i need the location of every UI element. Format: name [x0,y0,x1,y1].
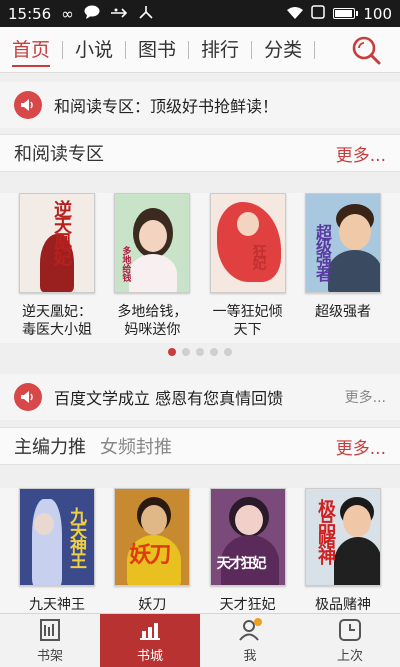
notice-text: 百度文学成立 感恩有您真情回馈 [54,389,284,408]
chat-bubble-icon [84,5,100,23]
usb-icon [110,5,128,23]
tab-female-picks[interactable]: 女频封推 [100,433,172,459]
book-title: 九天神王 [29,597,85,613]
more-link[interactable]: 更多... [345,387,386,407]
cover-title: 极品赌神 [314,499,336,563]
search-button[interactable] [350,34,382,66]
book-title: 超级强者 [314,304,371,320]
section-header-reading-zone: 和阅读专区 更多... [0,134,400,172]
cover-title: 超级强者 [312,224,332,280]
bookshelf-icon [40,619,60,641]
book-cover: 妖刀 [114,488,191,586]
more-link[interactable]: 更多... [336,434,386,459]
tab-label: 我 [243,649,257,664]
book-title: 妖刀 [138,597,167,613]
profile-icon [239,618,262,641]
book-item[interactable]: 天才狂妃 天才狂妃 [209,488,287,614]
book-cover: 极品赌神 [304,488,381,586]
tab-bookshelf[interactable]: 书架 [0,614,100,667]
book-title: 逆天凰妃： 毒医大小姐 [22,304,92,338]
cover-title: 妖刀 [129,543,171,568]
book-row-editor-picks: 九天神王 九天神王 妖刀 妖刀 天才狂妃 天才狂妃 极品赌神 极品赌神 [0,488,400,614]
carousel-dot[interactable] [210,348,218,356]
battery-icon [333,8,359,19]
speaker-icon [14,91,42,119]
cover-title: 逆天凰妃 [51,200,72,264]
tab-categories[interactable]: 分类 [252,27,314,73]
section-header-editor-picks: 主编力推 女频封推 更多... [0,427,400,465]
top-nav: 首页 小说 图书 排行 分类 [0,27,400,73]
status-time: 15:56 [8,4,52,23]
carousel-dot[interactable] [182,348,190,356]
clock-icon [339,619,361,641]
status-bar: 15:56 ∞ 100 [0,0,400,27]
book-item[interactable]: 妖刀 妖刀 [113,488,191,614]
tab-label: 上次 [336,649,363,664]
bottom-tab-bar: 书架 书城 我 上次 [0,613,400,667]
speaker-icon [14,383,42,411]
cover-title: 狂妃 [250,244,267,268]
debug-icon [138,5,154,23]
announcement-notice[interactable]: 百度文学成立 感恩有您真情回馈 更多... [0,374,400,420]
bookstore-icon [140,623,160,640]
book-title: 天才狂妃 [219,597,276,613]
tab-profile[interactable]: 我 [200,614,300,667]
carousel-indicator [0,348,400,356]
book-cover: 逆天凰妃 [19,193,95,293]
carousel-dot[interactable] [224,348,232,356]
sim-icon [311,4,326,23]
book-title: 多地给钱， 妈咪送你 [117,304,188,338]
section-title: 和阅读专区 [14,144,104,165]
wifi-icon [287,5,304,23]
tab-bookstore[interactable]: 书城 [100,614,200,667]
book-cover: 天才狂妃 [209,488,286,586]
battery-level: 100 [363,4,392,23]
cover-title: 九天神王 [66,507,86,567]
book-item[interactable]: 极品赌神 极品赌神 [304,488,382,614]
tab-home[interactable]: 首页 [0,27,62,73]
book-item[interactable]: 九天神王 九天神王 [18,488,96,614]
tab-label: 书城 [136,649,163,664]
book-cover: 多地给钱 [114,193,191,293]
carousel-dot[interactable] [196,348,204,356]
book-item[interactable]: 逆天凰妃 逆天凰妃： 毒医大小姐 [18,193,96,343]
book-title: 一等狂妃倾 天下 [212,304,283,338]
tab-books[interactable]: 图书 [126,27,188,73]
tab-last-read[interactable]: 上次 [300,614,400,667]
cover-title: 天才狂妃 [216,556,267,572]
infinity-icon: ∞ [61,4,74,23]
book-item[interactable]: 狂妃 一等狂妃倾 天下 [209,193,287,343]
book-cover: 九天神王 [19,488,95,586]
cover-title: 多地给钱 [120,246,131,282]
search-icon [352,36,381,64]
book-item[interactable]: 多地给钱 多地给钱， 妈咪送你 [113,193,191,343]
book-row-featured: 逆天凰妃 逆天凰妃： 毒医大小姐 多地给钱 多地给钱， 妈咪送你 狂妃 一等狂妃… [0,193,400,343]
promo-notice[interactable]: 和阅读专区：顶级好书抢鲜读！ [0,82,400,128]
book-cover: 超级强者 [304,193,381,293]
tab-novels[interactable]: 小说 [63,27,125,73]
book-item[interactable]: 超级强者 超级强者 [304,193,382,343]
tab-editor-picks[interactable]: 主编力推 [14,433,86,459]
tab-rankings[interactable]: 排行 [189,27,251,73]
book-cover: 狂妃 [209,193,286,293]
book-title: 极品赌神 [314,597,371,613]
more-link[interactable]: 更多... [336,141,386,166]
divider [314,40,316,59]
carousel-dot[interactable] [168,348,176,356]
notice-text: 和阅读专区：顶级好书抢鲜读！ [54,97,279,116]
tab-label: 书架 [36,649,63,664]
